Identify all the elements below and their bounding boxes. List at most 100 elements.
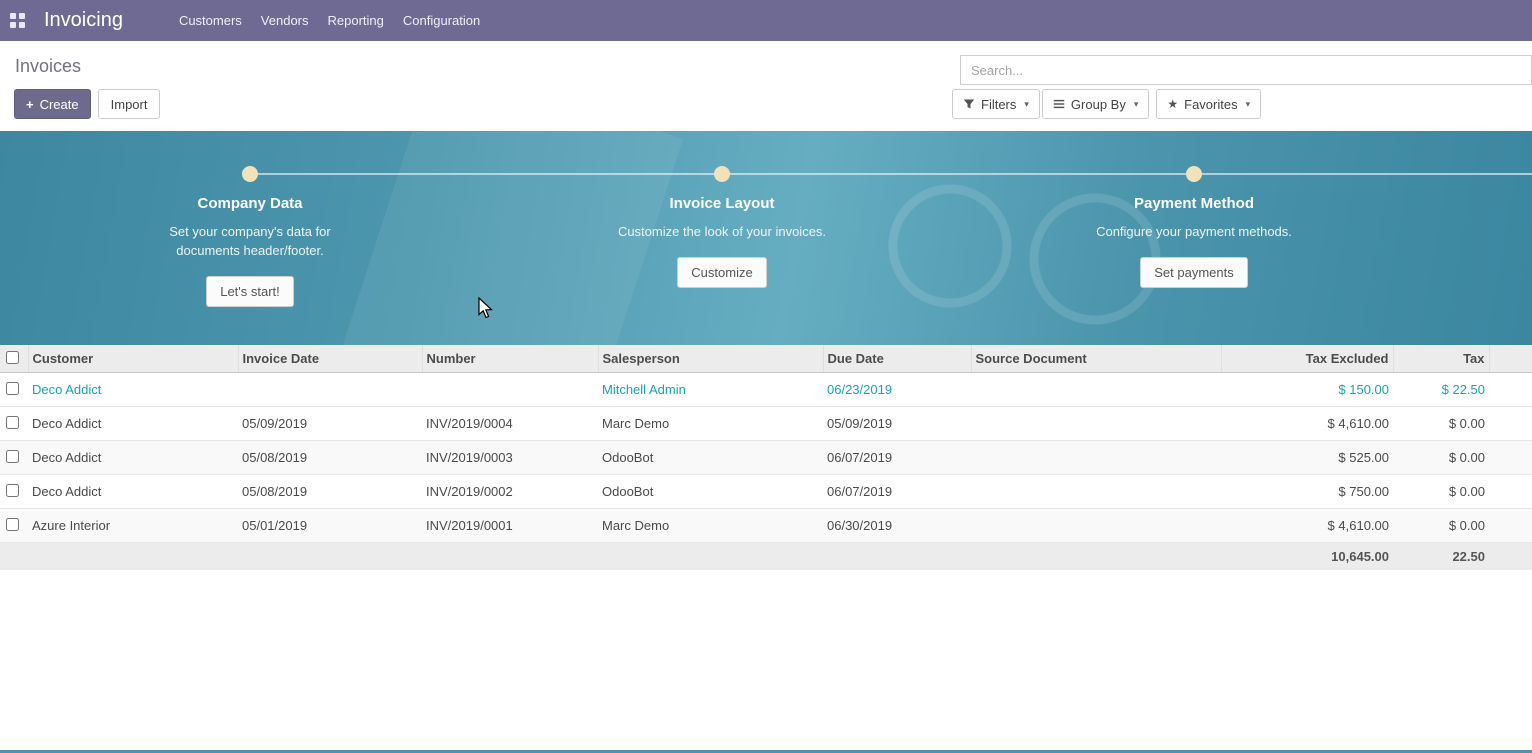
cell-number (422, 373, 598, 407)
onboarding-step-description: Configure your payment methods. (1088, 222, 1300, 241)
row-checkbox[interactable] (6, 382, 19, 395)
create-button[interactable]: + Create (14, 89, 91, 119)
onboarding-step-dot (242, 166, 258, 182)
customize-button[interactable]: Customize (677, 257, 766, 288)
column-header-invoice-date[interactable]: Invoice Date (238, 345, 422, 373)
column-header-salesperson[interactable]: Salesperson (598, 345, 823, 373)
create-button-label: Create (40, 97, 79, 112)
cell-tax: $ 22.50 (1393, 373, 1489, 407)
row-checkbox[interactable] (6, 416, 19, 429)
apps-menu-icon[interactable] (10, 13, 25, 28)
cell-number: INV/2019/0001 (422, 509, 598, 543)
cell-number: INV/2019/0002 (422, 475, 598, 509)
cell-due-date: 05/09/2019 (823, 407, 971, 441)
cell-tax-excluded: $ 750.00 (1221, 475, 1393, 509)
search-options: Filters ▾ Group By ▾ ★ Favorites ▾ (952, 89, 1261, 119)
search-input[interactable] (960, 55, 1532, 85)
cell-customer[interactable]: Deco Addict (28, 373, 238, 407)
cell-salesperson[interactable]: Mitchell Admin (598, 373, 823, 407)
invoice-row[interactable]: Deco Addict Mitchell Admin 06/23/2019 $ … (0, 373, 1532, 407)
column-header-number[interactable]: Number (422, 345, 598, 373)
nav-item-vendors[interactable]: Vendors (261, 9, 309, 32)
row-checkbox[interactable] (6, 484, 19, 497)
cell-customer[interactable]: Deco Addict (28, 475, 238, 509)
cell-due-date: 06/30/2019 (823, 509, 971, 543)
lets-start-button[interactable]: Let's start! (206, 276, 294, 307)
cell-customer[interactable]: Deco Addict (28, 407, 238, 441)
onboarding-step-description: Set your company's data for documents he… (144, 222, 356, 260)
set-payments-button[interactable]: Set payments (1140, 257, 1248, 288)
main-menu: Customers Vendors Reporting Configuratio… (179, 9, 480, 32)
cell-invoice-date: 05/08/2019 (238, 475, 422, 509)
onboarding-step-title: Company Data (100, 195, 400, 212)
group-by-label: Group By (1071, 97, 1126, 112)
onboarding-progress-line (250, 173, 1532, 175)
invoice-row[interactable]: Deco Addict 05/08/2019 INV/2019/0003 Odo… (0, 441, 1532, 475)
cell-customer[interactable]: Azure Interior (28, 509, 238, 543)
chevron-down-icon: ▾ (1024, 99, 1029, 110)
invoice-row[interactable]: Azure Interior 05/01/2019 INV/2019/0001 … (0, 509, 1532, 543)
cell-tax-excluded: $ 525.00 (1221, 441, 1393, 475)
top-navbar: Invoicing Customers Vendors Reporting Co… (0, 0, 1532, 41)
invoice-row[interactable]: Deco Addict 05/09/2019 INV/2019/0004 Mar… (0, 407, 1532, 441)
cell-invoice-date: 05/01/2019 (238, 509, 422, 543)
star-icon: ★ (1167, 98, 1178, 110)
column-header-tax-excluded[interactable]: Tax Excluded (1221, 345, 1393, 373)
onboarding-step-payment-method: Payment Method Configure your payment me… (1044, 195, 1344, 288)
onboarding-step-dot (1186, 166, 1202, 182)
cell-salesperson[interactable]: Marc Demo (598, 509, 823, 543)
group-by-lines-icon (1053, 98, 1065, 110)
cell-salesperson[interactable]: OdooBot (598, 441, 823, 475)
cell-tax: $ 0.00 (1393, 407, 1489, 441)
table-header-row: Customer Invoice Date Number Salesperson… (0, 345, 1532, 373)
cell-salesperson[interactable]: Marc Demo (598, 407, 823, 441)
import-button[interactable]: Import (98, 89, 161, 119)
cell-salesperson[interactable]: OdooBot (598, 475, 823, 509)
apps-icon-square (10, 13, 16, 19)
invoice-row[interactable]: Deco Addict 05/08/2019 INV/2019/0002 Odo… (0, 475, 1532, 509)
onboarding-step-description: Customize the look of your invoices. (616, 222, 828, 241)
action-buttons: + Create Import (14, 89, 160, 119)
onboarding-banner: Company Data Set your company's data for… (0, 131, 1532, 345)
cell-due-date: 06/23/2019 (823, 373, 971, 407)
favorites-dropdown-button[interactable]: ★ Favorites ▾ (1156, 89, 1261, 119)
cell-tax-excluded: $ 4,610.00 (1221, 509, 1393, 543)
cell-number: INV/2019/0003 (422, 441, 598, 475)
column-header-customer[interactable]: Customer (28, 345, 238, 373)
filters-label: Filters (981, 97, 1016, 112)
total-tax: 22.50 (1393, 543, 1489, 571)
nav-item-configuration[interactable]: Configuration (403, 9, 480, 32)
cell-invoice-date (238, 373, 422, 407)
cell-customer[interactable]: Deco Addict (28, 441, 238, 475)
column-header-due-date[interactable]: Due Date (823, 345, 971, 373)
cell-tax: $ 0.00 (1393, 475, 1489, 509)
cell-tax: $ 0.00 (1393, 509, 1489, 543)
plus-icon: + (26, 97, 34, 112)
onboarding-step-dot (714, 166, 730, 182)
nav-item-reporting[interactable]: Reporting (328, 9, 384, 32)
apps-icon-square (19, 13, 25, 19)
cell-source-document (971, 373, 1221, 407)
column-header-filler (1489, 345, 1532, 373)
app-title[interactable]: Invoicing (44, 9, 123, 32)
cell-due-date: 06/07/2019 (823, 475, 971, 509)
cell-source-document (971, 475, 1221, 509)
onboarding-step-company-data: Company Data Set your company's data for… (100, 195, 400, 307)
column-header-tax[interactable]: Tax (1393, 345, 1489, 373)
column-header-source-document[interactable]: Source Document (971, 345, 1221, 373)
nav-item-customers[interactable]: Customers (179, 9, 242, 32)
cell-source-document (971, 509, 1221, 543)
apps-icon-square (10, 22, 16, 28)
row-checkbox[interactable] (6, 450, 19, 463)
filters-dropdown-button[interactable]: Filters ▾ (952, 89, 1040, 119)
invoice-list-table: Customer Invoice Date Number Salesperson… (0, 345, 1532, 570)
onboarding-step-invoice-layout: Invoice Layout Customize the look of you… (572, 195, 872, 288)
favorites-label: Favorites (1184, 97, 1237, 112)
group-by-dropdown-button[interactable]: Group By ▾ (1042, 89, 1149, 119)
onboarding-step-title: Payment Method (1044, 195, 1344, 212)
row-checkbox[interactable] (6, 518, 19, 531)
cell-number: INV/2019/0004 (422, 407, 598, 441)
page-title: Invoices (15, 56, 81, 77)
apps-icon-square (19, 22, 25, 28)
select-all-checkbox[interactable] (6, 351, 19, 364)
